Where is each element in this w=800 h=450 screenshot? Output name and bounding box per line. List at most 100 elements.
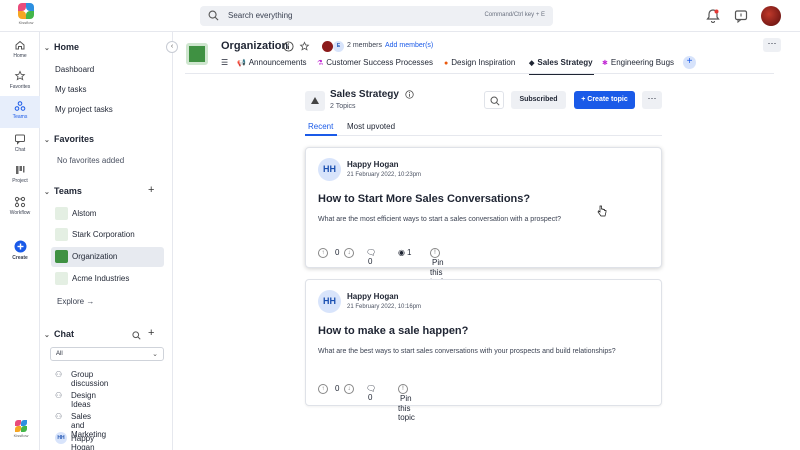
- sidebar-item-my-tasks[interactable]: My tasks: [55, 85, 87, 94]
- home-section-header[interactable]: ⌄ Home: [44, 42, 79, 52]
- channel-title-text: Sales Strategy: [330, 89, 399, 100]
- megaphone-icon: 📢: [237, 60, 246, 67]
- tab-customer-success-processes[interactable]: ⚗ Customer Success Processes: [317, 58, 433, 67]
- message-icon[interactable]: [733, 8, 749, 24]
- kissflow-logo-icon: [18, 3, 34, 19]
- rail-create[interactable]: Create: [0, 236, 40, 266]
- pin-topic-button[interactable]: !Pin this topic: [398, 384, 415, 422]
- chat-section-header[interactable]: ⌄ Chat: [44, 329, 74, 339]
- sidebar-item-acme-industries[interactable]: Acme Industries: [51, 269, 164, 289]
- downvote-button[interactable]: ↓: [344, 248, 354, 258]
- tab-recent[interactable]: Recent: [308, 122, 333, 131]
- more-options-button[interactable]: ⋯: [763, 38, 781, 52]
- sidebar-item-stark-corporation[interactable]: Stark Corporation: [51, 225, 164, 245]
- footer-logo-text: Kissflow: [13, 433, 29, 438]
- teams-section-header[interactable]: ⌄ Teams: [44, 186, 82, 196]
- topic-card[interactable]: HH Happy Hogan 21 February 2022, 10:16pm…: [305, 279, 662, 422]
- chat-icon: [15, 134, 25, 145]
- header-divider: [185, 73, 774, 74]
- topic-card[interactable]: HH Happy Hogan 21 February 2022, 10:23pm…: [305, 147, 662, 286]
- rail-label: Project: [12, 178, 28, 184]
- info-icon[interactable]: [405, 90, 414, 99]
- rail-home[interactable]: Home: [0, 35, 40, 65]
- add-tab-button[interactable]: +: [683, 56, 696, 69]
- arrow-right-icon: →: [86, 297, 95, 306]
- arrow-up-icon: ↑: [318, 384, 328, 394]
- active-subtab-indicator: [305, 134, 337, 136]
- eye-icon: ◉: [398, 248, 405, 257]
- upvote-button[interactable]: ↑: [318, 248, 328, 258]
- topic-body: What are the best ways to start sales co…: [318, 348, 616, 355]
- menu-icon[interactable]: ☰: [221, 58, 228, 67]
- pin-icon: !: [398, 384, 408, 394]
- organization-header: Organization E 2 members Add member(s) ⋯…: [173, 32, 800, 75]
- teams-title: Teams: [54, 186, 82, 196]
- team-icon: [55, 272, 68, 285]
- chat-label: Happy Hogan: [71, 434, 95, 450]
- channel-more-button[interactable]: ⋯: [642, 91, 662, 109]
- vote-count: 0: [333, 384, 339, 393]
- tab-label: Engineering Bugs: [610, 58, 675, 67]
- search-icon[interactable]: [132, 331, 141, 340]
- arrow-up-icon: ↑: [318, 248, 328, 258]
- comments-button[interactable]: 🗨0: [366, 384, 376, 402]
- star-icon[interactable]: [299, 41, 310, 52]
- tab-design-inspiration[interactable]: ● Design Inspiration: [444, 58, 515, 67]
- app-logo[interactable]: Kissflow: [12, 3, 40, 29]
- rail-workflow[interactable]: Workflow: [0, 192, 40, 222]
- add-member-link[interactable]: Add member(s): [385, 42, 433, 49]
- subscribed-button[interactable]: Subscribed: [511, 91, 566, 109]
- tab-engineering-bugs[interactable]: ✱ Engineering Bugs: [602, 58, 674, 67]
- add-team-icon[interactable]: +: [148, 184, 154, 196]
- comments-button[interactable]: 🗨0: [366, 248, 376, 266]
- tab-sales-strategy[interactable]: ◆ Sales Strategy: [529, 58, 593, 67]
- arrow-down-icon: ↓: [344, 384, 354, 394]
- topic-author[interactable]: Happy Hogan: [347, 292, 399, 301]
- bug-icon: ✱: [602, 60, 608, 67]
- info-icon[interactable]: [283, 41, 294, 52]
- upvote-button[interactable]: ↑: [318, 384, 328, 394]
- arrow-down-icon: ↓: [344, 248, 354, 258]
- rail-chat[interactable]: Chat: [0, 129, 40, 159]
- topic-title[interactable]: How to Start More Sales Conversations?: [318, 193, 530, 205]
- vote-count-value: 0: [335, 384, 340, 394]
- members-count[interactable]: 2 members: [347, 42, 382, 49]
- sidebar-item-my-project-tasks[interactable]: My project tasks: [55, 105, 113, 114]
- channel-icon: [305, 91, 325, 111]
- sales-icon: [311, 97, 319, 104]
- downvote-button[interactable]: ↓: [344, 384, 354, 394]
- notification-bell-icon[interactable]: [705, 8, 721, 24]
- topic-search-button[interactable]: [484, 91, 504, 109]
- chat-filter-select[interactable]: All ⌄: [50, 347, 164, 361]
- topic-title[interactable]: How to make a sale happen?: [318, 325, 468, 337]
- pin-icon: !: [430, 248, 440, 258]
- tab-label: Design Inspiration: [451, 58, 516, 67]
- sidebar-item-dashboard[interactable]: Dashboard: [55, 65, 94, 74]
- user-avatar[interactable]: [761, 6, 781, 26]
- sidebar-item-alstom[interactable]: Alstom: [51, 204, 164, 224]
- rail-teams[interactable]: Teams: [0, 96, 40, 128]
- explore-link[interactable]: Explore →: [57, 297, 94, 306]
- sidebar-item-organization[interactable]: Organization: [51, 247, 164, 267]
- sidebar: ⌄ Home Dashboard My tasks My project task…: [40, 32, 173, 450]
- topic-author[interactable]: Happy Hogan: [347, 160, 399, 169]
- team-label: Acme Industries: [72, 274, 130, 283]
- hand-cursor-icon: [597, 205, 607, 217]
- tab-announcements[interactable]: 📢 Announcements: [237, 58, 307, 67]
- rail-project[interactable]: Project: [0, 160, 40, 190]
- chat-label: Group discussion: [71, 370, 109, 388]
- avatar: HH: [55, 432, 67, 444]
- comment-count: 0: [368, 257, 373, 267]
- search-icon: [208, 10, 219, 21]
- chat-filter-value: All: [56, 351, 63, 357]
- organization-icon: [186, 43, 208, 65]
- tab-most-upvoted[interactable]: Most upvoted: [347, 122, 395, 131]
- vote-count: 0: [333, 248, 339, 257]
- add-chat-icon[interactable]: +: [148, 327, 154, 339]
- home-title: Home: [54, 42, 80, 52]
- favorites-section-header[interactable]: ⌄ Favorites: [44, 134, 94, 144]
- rail-favorites[interactable]: Favorites: [0, 66, 40, 96]
- create-icon: [14, 240, 26, 253]
- global-search[interactable]: Search everything Command/Ctrl key + E: [200, 6, 553, 26]
- create-topic-button[interactable]: + Create topic: [574, 91, 635, 109]
